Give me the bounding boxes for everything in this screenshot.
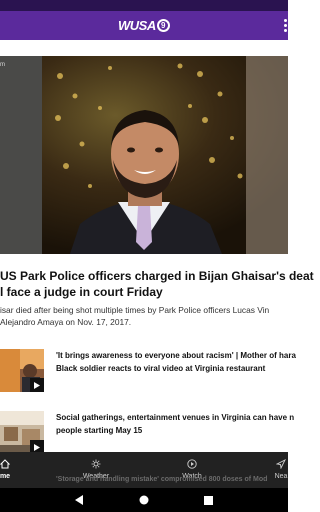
nav-home[interactable]: me bbox=[0, 452, 14, 488]
story-list-item[interactable]: 'It brings awareness to everyone about r… bbox=[0, 349, 296, 392]
lead-story-summary-line: isar died after being shot multiple time… bbox=[0, 305, 270, 315]
photo-credit: m bbox=[0, 62, 5, 68]
story-headline-peek[interactable]: 'Storage and handling mistake' compromis… bbox=[56, 476, 267, 483]
video-badge-icon bbox=[30, 378, 44, 392]
story-thumbnail bbox=[0, 411, 44, 454]
back-icon[interactable] bbox=[73, 494, 85, 506]
story-headline-line: 'It brings awareness to everyone about r… bbox=[56, 351, 296, 360]
home-button-icon[interactable] bbox=[138, 494, 150, 506]
lead-story-image[interactable]: m bbox=[0, 56, 288, 254]
portrait-photo bbox=[0, 56, 288, 254]
home-icon bbox=[0, 459, 10, 469]
nav-near-me-label: Nea bbox=[274, 473, 288, 480]
brand-logo-badge: 9 bbox=[156, 19, 170, 32]
story-thumbnail bbox=[0, 349, 44, 392]
story-headline-line: Black soldier reacts to viral video at V… bbox=[56, 364, 266, 373]
story-headline: 'It brings awareness to everyone about r… bbox=[56, 349, 296, 375]
story-headline-line: Social gatherings, entertainment venues … bbox=[56, 413, 295, 422]
location-icon bbox=[276, 459, 286, 469]
lead-story-title-line: US Park Police officers charged in Bijan… bbox=[0, 269, 314, 283]
lead-story-title-line: l face a judge in court Friday bbox=[0, 285, 163, 299]
story-headline-line: people starting May 15 bbox=[56, 426, 143, 435]
system-navigation-bar bbox=[0, 488, 288, 512]
brand-logo[interactable]: WUSA 9 bbox=[118, 18, 170, 33]
lead-story-title[interactable]: US Park Police officers charged in Bijan… bbox=[0, 268, 314, 300]
brand-logo-text: WUSA bbox=[118, 18, 156, 33]
status-bar bbox=[0, 0, 288, 11]
story-list-item[interactable]: Social gatherings, entertainment venues … bbox=[0, 411, 294, 454]
play-circle-icon bbox=[187, 459, 197, 469]
app-header: WUSA 9 bbox=[0, 11, 288, 40]
recents-icon[interactable] bbox=[202, 494, 214, 506]
nav-home-label: me bbox=[0, 473, 11, 480]
lead-story-summary: isar died after being shot multiple time… bbox=[0, 304, 300, 328]
story-headline: Social gatherings, entertainment venues … bbox=[56, 411, 294, 437]
lead-story-summary-line: Alejandro Amaya on Nov. 17, 2017. bbox=[0, 317, 132, 327]
overflow-menu-icon[interactable] bbox=[284, 19, 290, 33]
nav-near-me[interactable]: Nea bbox=[270, 452, 292, 488]
weather-icon bbox=[91, 459, 101, 469]
